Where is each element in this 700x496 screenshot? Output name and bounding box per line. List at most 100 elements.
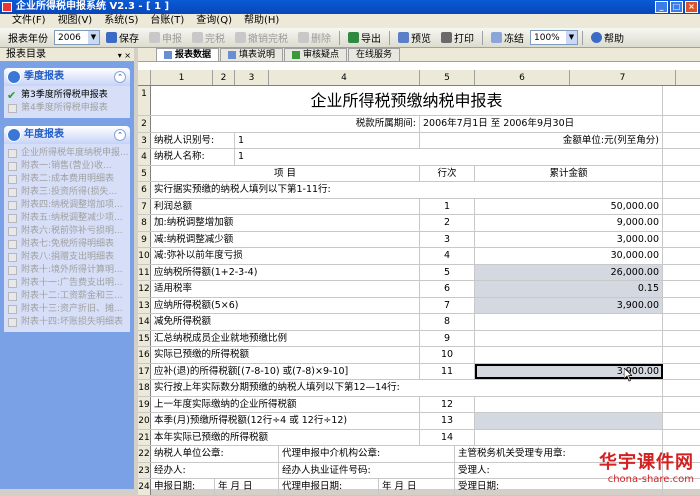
- export-button[interactable]: 导出: [344, 29, 385, 47]
- sidebar-item-annual[interactable]: 附表四:纳税调整增加项...: [4, 199, 130, 212]
- freeze-button[interactable]: 冻结: [487, 29, 528, 47]
- amount-cell[interactable]: [475, 314, 663, 330]
- sidebar-item-label: 第4季度所得税申报表: [21, 103, 108, 113]
- delete-button[interactable]: 删除: [294, 29, 335, 47]
- menu-ledger[interactable]: 台账(T): [144, 14, 190, 28]
- amount-cell[interactable]: 26,000.00: [475, 264, 663, 280]
- zoom-select[interactable]: 100% ▼: [530, 30, 578, 45]
- sidebar-item-q3[interactable]: ✔ 第3季度所得税申报表: [4, 89, 130, 102]
- sidebar-item-annual[interactable]: 附表十一:广告费支出明...: [4, 277, 130, 290]
- column-header[interactable]: 1: [151, 70, 213, 85]
- amount-cell[interactable]: 3,000.00: [475, 231, 663, 247]
- currency-unit: 金额单位:元(列至角分): [420, 132, 663, 148]
- preview-button[interactable]: 预览: [394, 29, 435, 47]
- column-header[interactable]: 3: [235, 70, 269, 85]
- zoom-value: 100%: [534, 32, 560, 43]
- sidebar-item-annual[interactable]: 附表十四:坏账损失明细表: [4, 316, 130, 329]
- document-icon: [8, 214, 17, 223]
- line-label: 应补(退)的所得税额[(7-8-10) 或(7-8)×9-10]: [151, 363, 420, 379]
- menu-system[interactable]: 系统(S): [98, 14, 144, 28]
- close-button[interactable]: ×: [685, 1, 698, 13]
- column-header[interactable]: 4: [269, 70, 420, 85]
- line-number: 7: [420, 297, 475, 313]
- sidebar-item-annual[interactable]: 附表十:境外所得计算明...: [4, 264, 130, 277]
- print-button[interactable]: 打印: [437, 29, 478, 47]
- declare-button[interactable]: 申报: [145, 29, 186, 47]
- minimize-button[interactable]: _: [655, 1, 668, 13]
- amount-cell[interactable]: 9,000.00: [475, 215, 663, 231]
- sidebar-item-label: 附表十三:资产折旧、摊...: [21, 304, 123, 314]
- document-icon: [8, 201, 17, 210]
- amount-cell[interactable]: [475, 396, 663, 412]
- line-label: 汇总纳税成员企业就地预缴比例: [151, 330, 420, 346]
- annual-group-header[interactable]: 年度报表 ⌃: [4, 126, 130, 144]
- amount-cell[interactable]: 30,000.00: [475, 248, 663, 264]
- menu-bar: 文件(F) 视图(V) 系统(S) 台账(T) 查询(Q) 帮助(H): [0, 14, 700, 28]
- column-header[interactable]: 7: [570, 70, 676, 85]
- complete-tax-button[interactable]: 完税: [188, 29, 229, 47]
- sidebar-item-annual[interactable]: 附表一:销售(营业)收...: [4, 160, 130, 173]
- help-button[interactable]: 帮助: [587, 29, 628, 47]
- column-header[interactable]: 2: [213, 70, 235, 85]
- window-title: 企业所得税申报系统 V2.3 - [ 1 ]: [16, 1, 170, 12]
- sidebar-item-annual[interactable]: 附表六:税前弥补亏损明...: [4, 225, 130, 238]
- sidebar-item-q4[interactable]: 第4季度所得税申报表: [4, 102, 130, 115]
- amount-cell[interactable]: [475, 347, 663, 363]
- save-icon: [106, 32, 117, 43]
- row-header: 12: [138, 281, 151, 297]
- line-label: 应纳所得税额(5×6): [151, 297, 420, 313]
- amount-cell[interactable]: 0.15: [475, 281, 663, 297]
- sidebar-item-annual[interactable]: 附表二:成本费用明细表: [4, 173, 130, 186]
- maximize-button[interactable]: □: [670, 1, 683, 13]
- year-select[interactable]: 2006 ▼: [54, 30, 100, 45]
- amount-cell[interactable]: 50,000.00: [475, 198, 663, 214]
- menu-file[interactable]: 文件(F): [6, 14, 52, 28]
- tab-report-data[interactable]: 报表数据: [156, 48, 220, 61]
- collapse-icon[interactable]: ⌃: [114, 129, 126, 141]
- seal-agent: 代理申报中介机构公章:: [279, 446, 455, 462]
- line-number: 11: [420, 363, 475, 379]
- table-row: 20 本季(月)预缴所得税额(12行÷4 或 12行÷12) 13: [138, 413, 700, 430]
- sidebar-item-label: 附表三:投资所得(损失...: [21, 187, 118, 197]
- taxpayer-id-value[interactable]: 1: [235, 132, 420, 148]
- tab-audit-issues[interactable]: 审核疑点: [284, 48, 348, 61]
- column-header-row: 1 2 3 4 5 6 7: [138, 70, 700, 86]
- column-header[interactable]: 6: [475, 70, 570, 85]
- menu-help[interactable]: 帮助(H): [238, 14, 285, 28]
- cancel-complete-button[interactable]: 撤销完税: [231, 29, 292, 47]
- amount-cell[interactable]: [475, 429, 663, 445]
- taxpayer-name-value[interactable]: 1: [235, 149, 663, 165]
- sidebar-item-annual[interactable]: 附表十二:工资薪金和三...: [4, 290, 130, 303]
- sidebar-item-annual[interactable]: 附表七:免税所得明细表: [4, 238, 130, 251]
- tab-instructions[interactable]: 填表说明: [220, 48, 284, 61]
- line-number: 3: [420, 231, 475, 247]
- report-group-icon: [7, 70, 21, 84]
- sidebar-item-annual[interactable]: 附表三:投资所得(损失...: [4, 186, 130, 199]
- report-area: 报表数据 填表说明 审核疑点 在线服务 1 2 3 4 5 6 7 1 企业所得…: [138, 48, 700, 496]
- menu-query[interactable]: 查询(Q): [190, 14, 238, 28]
- document-icon: [8, 279, 17, 288]
- row-header: 10: [138, 248, 151, 264]
- toolbar-separator: [582, 30, 583, 45]
- save-button[interactable]: 保存: [102, 29, 143, 47]
- column-header[interactable]: 5: [420, 70, 475, 85]
- collapse-icon[interactable]: ⌃: [114, 71, 126, 83]
- pin-icon[interactable]: ▾ ×: [118, 49, 131, 63]
- amount-cell[interactable]: [475, 330, 663, 346]
- tab-online-service[interactable]: 在线服务: [348, 48, 401, 61]
- quarter-group-header[interactable]: 季度报表 ⌃: [4, 68, 130, 86]
- sidebar-item-annual[interactable]: 企业所得税年度纳税申报...: [4, 147, 130, 160]
- mouse-cursor-icon: [624, 368, 632, 382]
- sidebar-item-label: 附表八:捐赠支出明细表: [21, 252, 115, 262]
- sidebar-item-label: 附表十二:工资薪金和三...: [21, 291, 123, 301]
- amount-cell[interactable]: 3,900.00: [475, 363, 663, 379]
- line-number: 12: [420, 396, 475, 412]
- sidebar-item-annual[interactable]: 附表八:捐赠支出明细表: [4, 251, 130, 264]
- amount-cell[interactable]: 3,900.00: [475, 297, 663, 313]
- sidebar-item-annual[interactable]: 附表五:纳税调整减少项...: [4, 212, 130, 225]
- row-header: 20: [138, 413, 151, 429]
- amount-cell[interactable]: [475, 413, 663, 429]
- annual-list: 企业所得税年度纳税申报... 附表一:销售(营业)收... 附表二:成本费用明细…: [4, 144, 130, 332]
- sidebar-item-annual[interactable]: 附表十三:资产折旧、摊...: [4, 303, 130, 316]
- menu-view[interactable]: 视图(V): [52, 14, 99, 28]
